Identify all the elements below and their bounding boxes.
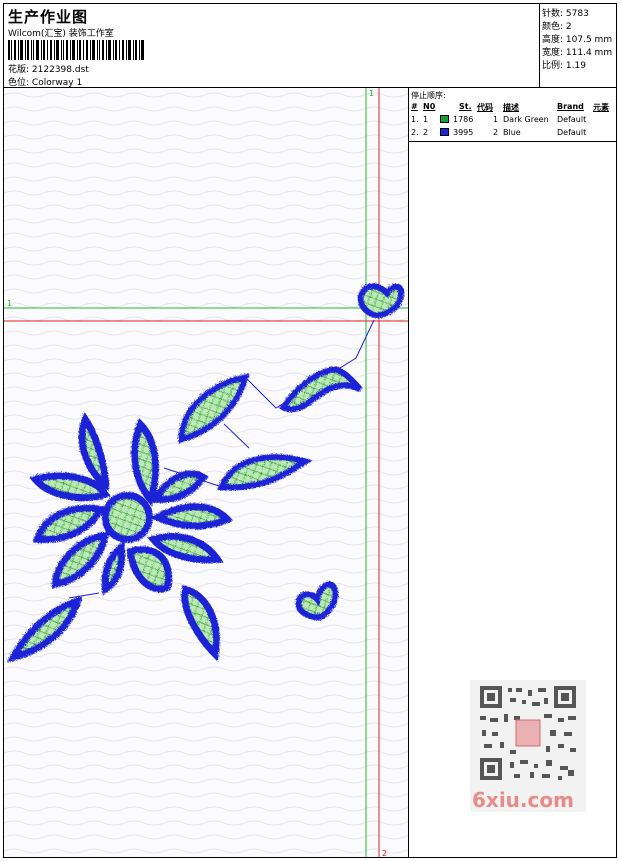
col-header-desc: 描述 bbox=[503, 103, 519, 112]
stat-scale: 比例: 1.19 bbox=[542, 58, 586, 71]
col-header-n: N0 bbox=[423, 102, 436, 111]
guide-marker-top: 1 bbox=[369, 89, 374, 98]
studio-name: Wilcom(汇宝) 装饰工作室 bbox=[8, 29, 114, 39]
embroidery-preview: 1 1 2 bbox=[4, 88, 408, 857]
table-row: 2. 2 3995 2 Blue Default bbox=[409, 128, 616, 140]
heart-top-right bbox=[356, 281, 404, 318]
color-swatch bbox=[440, 128, 449, 136]
stop-sequence-title: 停止顺序: bbox=[411, 91, 446, 100]
stat-stitches: 针数: 5783 bbox=[542, 6, 589, 19]
col-header-element: 元素 bbox=[593, 103, 609, 112]
row-brand: Default bbox=[557, 115, 587, 124]
stat-stitches-label: 针数: bbox=[542, 9, 564, 19]
stat-scale-value: 1.19 bbox=[565, 61, 586, 71]
page-title: 生产作业图 bbox=[8, 8, 89, 26]
design-line: 花版: 2122398.dst bbox=[8, 62, 89, 75]
row-n: 2 bbox=[423, 128, 429, 137]
col-header-brand: Brand bbox=[557, 102, 584, 111]
stat-stitches-value: 5783 bbox=[565, 9, 589, 19]
barcode-image bbox=[8, 40, 144, 60]
row-n: 1 bbox=[423, 115, 429, 124]
row-brand: Default bbox=[557, 128, 587, 137]
row-stitches: 3995 bbox=[453, 128, 474, 137]
guide-marker-bottom: 2 bbox=[382, 849, 387, 857]
stat-colors-value: 2 bbox=[565, 22, 572, 32]
col-header-code: 代码 bbox=[477, 103, 493, 112]
stat-colors-label: 颜色: bbox=[542, 22, 564, 32]
stat-height-value: 107.5 mm bbox=[565, 35, 613, 45]
header-info: 生产作业图 Wilcom(汇宝) 装饰工作室 花版: 2122398.dst 色… bbox=[4, 4, 540, 88]
row-desc: Blue bbox=[503, 128, 521, 137]
col-header-st: St. bbox=[459, 102, 472, 111]
row-stitches: 1786 bbox=[453, 115, 474, 124]
design-file: 2122398.dst bbox=[31, 65, 89, 75]
stat-height-label: 高度: bbox=[542, 35, 564, 45]
row-code: 2 bbox=[493, 128, 499, 137]
col-header-index: # bbox=[411, 102, 418, 111]
watermark-site: 6xiu.com bbox=[472, 788, 574, 812]
row-code: 1 bbox=[493, 115, 499, 124]
stat-colors: 颜色: 2 bbox=[542, 19, 572, 32]
table-row: 1. 1 1786 1 Dark Green Default bbox=[409, 115, 616, 127]
guide-marker-left: 1 bbox=[7, 299, 12, 308]
row-desc: Dark Green bbox=[503, 115, 549, 124]
design-canvas: 1 1 2 bbox=[4, 88, 409, 857]
stat-width-value: 111.4 mm bbox=[565, 48, 613, 58]
design-label: 花版: bbox=[8, 65, 30, 75]
colorway-label: 色位: bbox=[8, 78, 30, 88]
stat-width-label: 宽度: bbox=[542, 48, 564, 58]
color-swatch bbox=[440, 115, 449, 123]
stat-scale-label: 比例: bbox=[542, 61, 564, 71]
stop-sequence-panel: 停止顺序: # N0 St. 代码 描述 Brand 元素 1. 1 1786 … bbox=[409, 88, 616, 142]
petal-6 bbox=[148, 501, 232, 529]
flower-center bbox=[100, 490, 152, 542]
colorway-value: Colorway 1 bbox=[31, 78, 83, 88]
colorway-line: 色位: Colorway 1 bbox=[8, 75, 82, 88]
row-index: 1. bbox=[411, 115, 419, 124]
stat-height: 高度: 107.5 mm bbox=[542, 32, 612, 45]
stats-box: 针数: 5783 颜色: 2 高度: 107.5 mm 宽度: 111.4 mm… bbox=[540, 4, 616, 88]
stat-width: 宽度: 111.4 mm bbox=[542, 45, 612, 58]
row-index: 2. bbox=[411, 128, 419, 137]
